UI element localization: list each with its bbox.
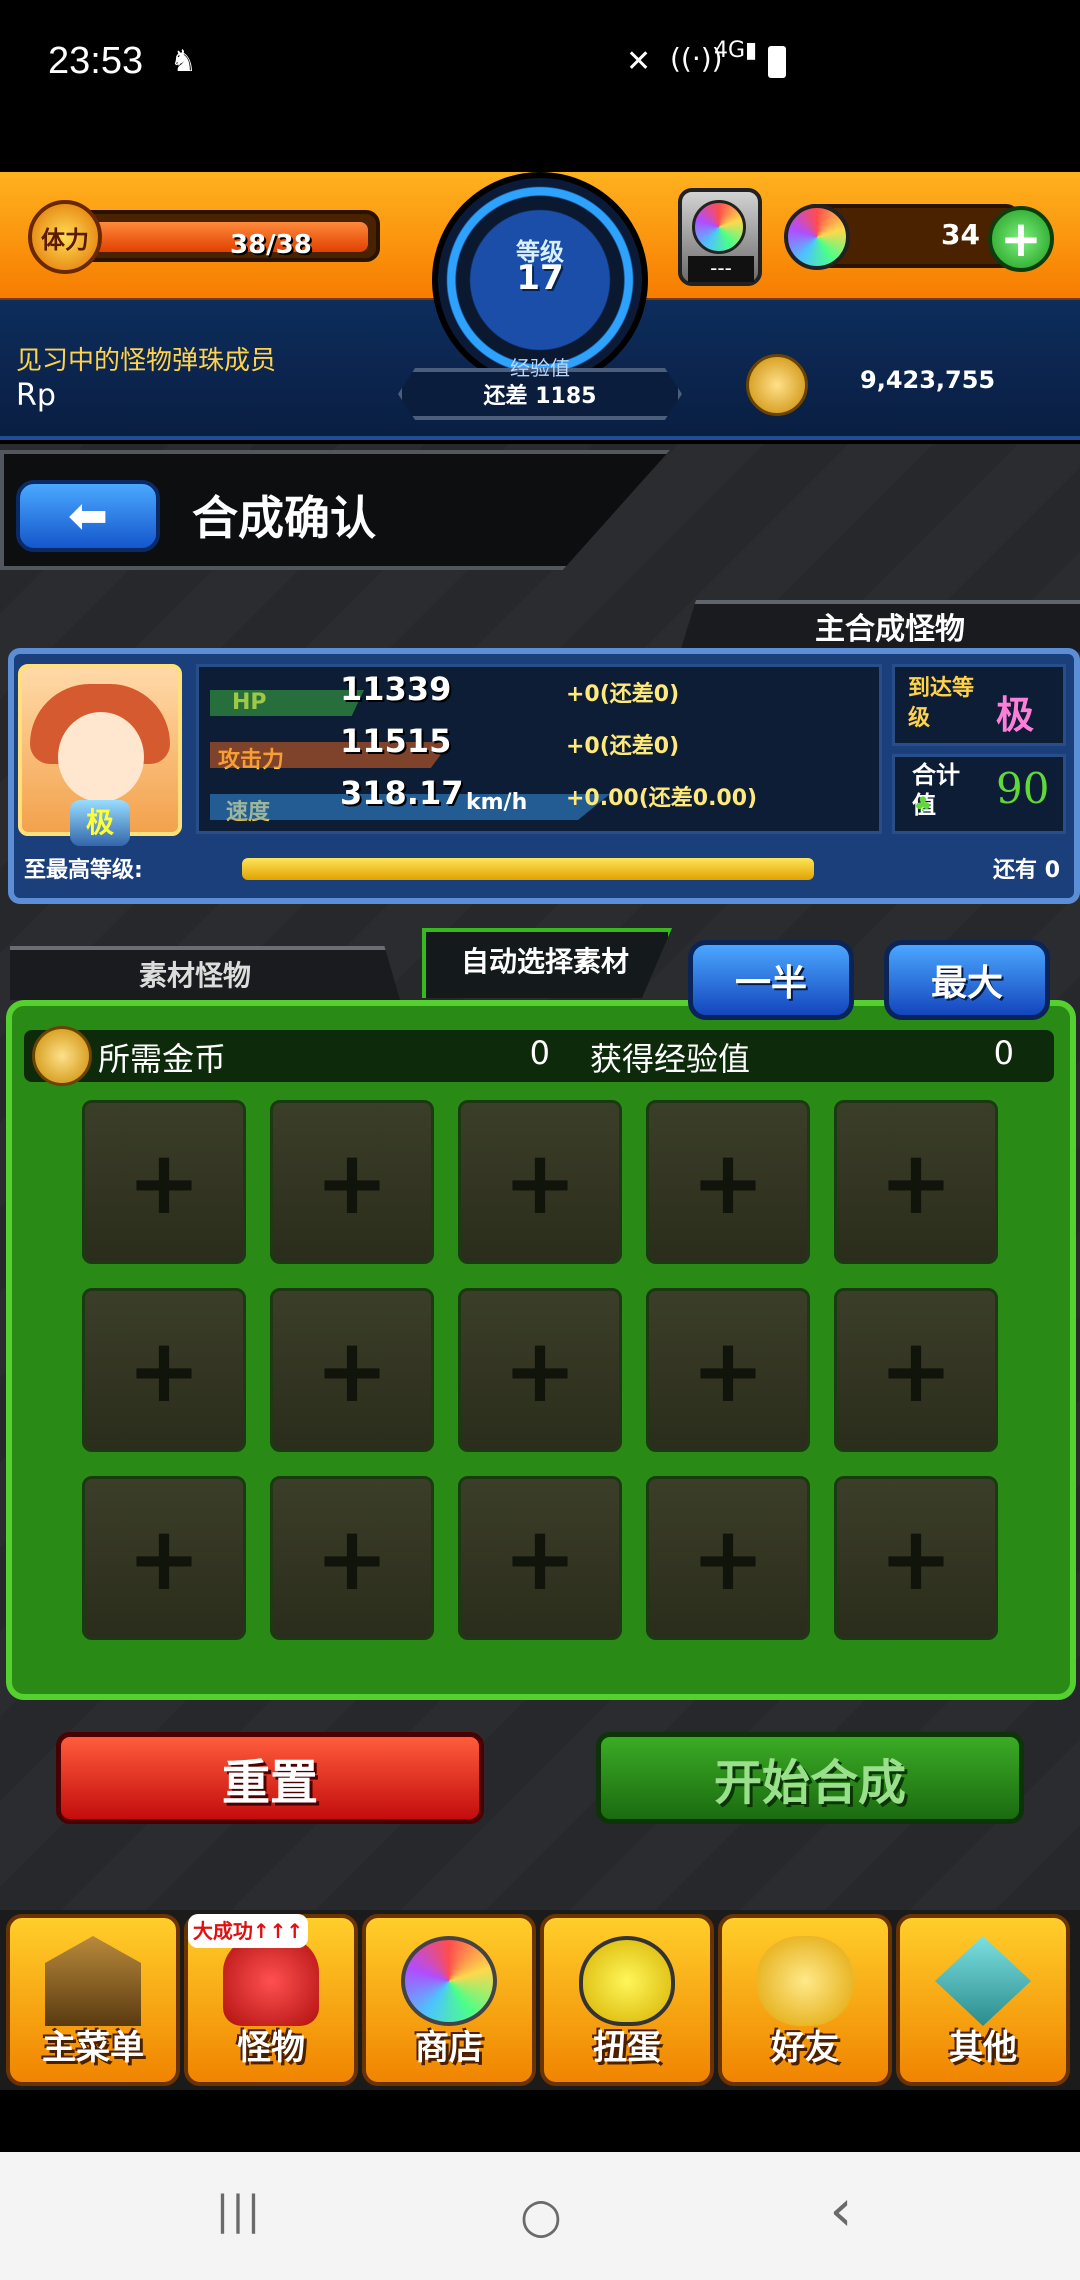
nav-label-other: 其他 [949,2028,1017,2068]
exp-gain-value: 0 [993,1034,1014,1072]
exp-label: 经验值 [510,356,570,380]
nav-label-shop: 商店 [415,2028,483,2068]
half-button[interactable]: 一半 [688,940,854,1020]
reach-level-value: 极 [996,693,1035,737]
stat-value-hp: 11339 [340,670,452,708]
stamina-bar[interactable] [60,210,380,262]
material-slot[interactable]: + [82,1476,246,1640]
portrait-rank-badge: 极 [70,800,130,846]
orb-count: 34 [941,218,980,251]
material-slot[interactable]: + [834,1288,998,1452]
rainbow-orb-icon [692,200,746,254]
back-button[interactable]: ⬅ [16,480,160,552]
exp-remaining: 还差 1185 [483,384,597,409]
clock: 23:53 [48,40,144,82]
stat-bonus-attack: +0(还差0) [566,734,680,759]
gold-coin-icon [746,354,808,416]
page-title: 合成确认 [192,491,376,545]
status-bar [0,0,1080,130]
battery-icon [768,46,786,78]
stat-bonus-speed: +0.00(还差0.00) [566,786,758,811]
material-slot[interactable]: + [458,1100,622,1264]
stat-unit-speed: km/h [466,790,528,815]
material-slot[interactable]: + [270,1100,434,1264]
start-fusion-button[interactable]: 开始合成 [596,1732,1024,1824]
material-slot[interactable]: + [646,1100,810,1264]
material-slot[interactable]: + [646,1288,810,1452]
material-slot[interactable]: + [270,1476,434,1640]
egg-icon [579,1936,675,2026]
gold-coin-icon [32,1026,92,1086]
player-title: 见习中的怪物弹珠成员 [16,346,277,376]
friends-icon [757,1936,853,2026]
player-name: Rp [16,378,56,413]
level-value: 17 [516,258,564,298]
nav-label-gacha: 扭蛋 [593,2028,661,2068]
stat-bonus-hp: +0(还差0) [566,682,680,707]
nav-label-main-menu: 主菜单 [42,2028,144,2068]
stamina-fill [72,222,368,252]
tab-auto-select-label: 自动选择素材 [460,945,629,978]
material-slot[interactable]: + [82,1100,246,1264]
max-level-progress [242,858,814,880]
max-level-label: 至最高等级: [24,858,143,883]
back-arrow-icon: ⬅ [67,488,109,544]
nav-label-friends: 好友 [771,2028,839,2068]
stamina-icon: 体力 [28,200,102,274]
reach-level-label: 到达等级 [908,676,975,731]
notification-icon: ♞ [170,44,197,79]
signal-4g-icon: 4G▮ [714,38,758,63]
material-slot[interactable]: + [82,1288,246,1452]
remaining-label: 还有 0 [993,858,1060,883]
max-button[interactable]: 最大 [884,940,1050,1020]
add-orb-button[interactable]: + [988,206,1054,272]
cost-label: 所需金币 [98,1040,227,1078]
gem-pod-text: --- [688,256,754,282]
rainbow-orb-icon [401,1936,497,2026]
reset-button[interactable]: 重置 [56,1732,484,1824]
material-slot[interactable]: + [834,1100,998,1264]
clover-icon: ♣ [914,792,932,816]
monster-icon [223,1936,319,2026]
nav-label-monster: 怪物 [237,2028,305,2068]
material-slot[interactable]: + [834,1476,998,1640]
exp-gain-label: 获得经验值 [590,1040,751,1078]
stat-value-attack: 11515 [340,722,452,760]
cost-value: 0 [529,1034,550,1072]
back-nav-button[interactable]: ‹ [796,2176,886,2244]
nav-badge-monster: 大成功↑↑↑ [188,1914,308,1948]
tab-material-label: 素材怪物 [138,959,251,992]
mute-icon: ✕ [626,44,652,79]
total-value: 90 [996,764,1050,813]
material-slot[interactable]: + [458,1476,622,1640]
stat-value-speed: 318.17 [340,774,464,812]
material-slot[interactable]: + [646,1476,810,1640]
home-button[interactable]: ○ [496,2188,586,2244]
stamina-value: 38/38 [230,230,312,260]
orb-icon [784,204,850,270]
material-slot[interactable]: + [458,1288,622,1452]
material-slot[interactable]: + [270,1288,434,1452]
portrait-face [58,712,144,802]
recents-button[interactable]: ||| [194,2188,284,2234]
gold-amount: 9,423,755 [860,366,996,394]
main-monster-tab-label: 主合成怪物 [815,612,965,647]
